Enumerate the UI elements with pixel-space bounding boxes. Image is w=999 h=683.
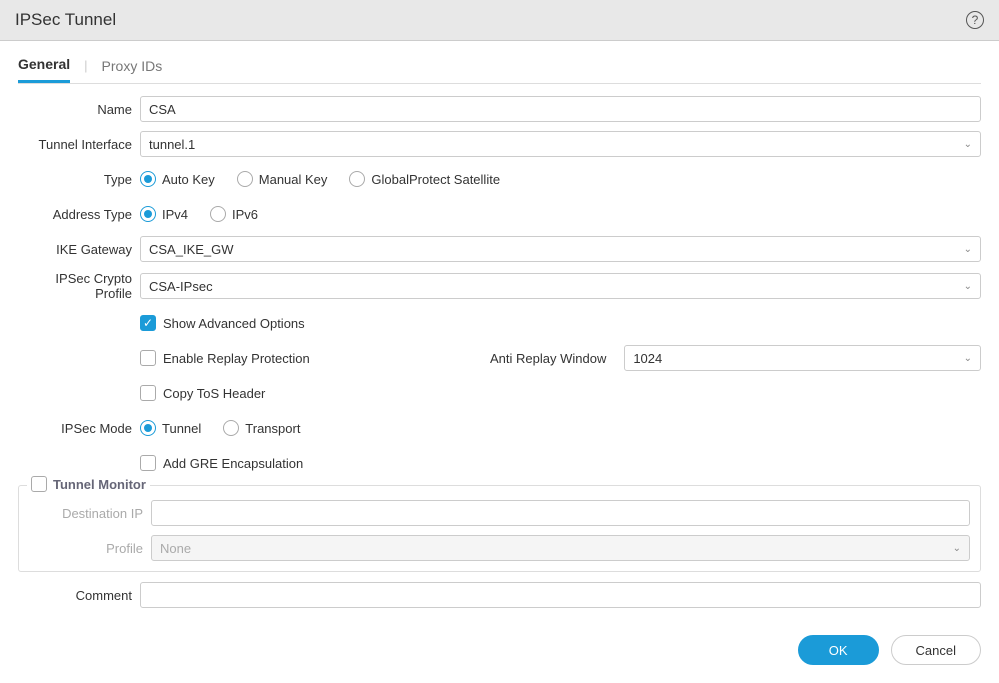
dialog-title: IPSec Tunnel [15,10,116,30]
radio-transport[interactable]: Transport [223,420,300,436]
label-type: Type [18,172,140,187]
checkbox-enable-replay[interactable]: Enable Replay Protection [140,350,480,366]
tab-separator: | [84,58,87,81]
fieldset-tunnel-monitor: Tunnel Monitor Destination IP Profile No… [18,485,981,572]
checkbox-copy-tos-label: Copy ToS Header [163,386,265,401]
crypto-profile-value: CSA-IPsec [149,279,213,294]
radio-gp-satellite-label: GlobalProtect Satellite [371,172,500,187]
fieldset-legend: Tunnel Monitor [27,476,150,492]
radio-icon [349,171,365,187]
profile-value: None [160,541,191,556]
radio-ipv4[interactable]: IPv4 [140,206,188,222]
checkbox-enable-replay-label: Enable Replay Protection [163,351,310,366]
label-name: Name [18,102,140,117]
dialog-header: IPSec Tunnel ? [0,0,999,41]
label-ike-gateway: IKE Gateway [18,242,140,257]
ike-gateway-select[interactable]: CSA_IKE_GW ⌄ [140,236,981,262]
radio-icon [223,420,239,436]
name-input[interactable] [140,96,981,122]
radio-tunnel[interactable]: Tunnel [140,420,201,436]
radio-ipv6-label: IPv6 [232,207,258,222]
footer: OK Cancel [0,617,999,683]
cancel-button[interactable]: Cancel [891,635,981,665]
tab-proxy-ids[interactable]: Proxy IDs [102,58,163,82]
radio-manual-key[interactable]: Manual Key [237,171,328,187]
radio-icon [140,420,156,436]
anti-replay-select[interactable]: 1024 ⌄ [624,345,981,371]
label-tunnel-interface: Tunnel Interface [18,137,140,152]
radio-manual-key-label: Manual Key [259,172,328,187]
radio-ipv4-label: IPv4 [162,207,188,222]
radio-auto-key[interactable]: Auto Key [140,171,215,187]
ok-button[interactable]: OK [798,635,879,665]
checkbox-icon [140,350,156,366]
radio-auto-key-label: Auto Key [162,172,215,187]
tab-general[interactable]: General [18,56,70,83]
radio-icon [237,171,253,187]
form-general: Name Tunnel Interface tunnel.1 ⌄ Type Au… [0,84,999,608]
chevron-down-icon: ⌄ [964,139,972,150]
tunnel-interface-value: tunnel.1 [149,137,195,152]
chevron-down-icon: ⌄ [953,543,961,554]
checkbox-add-gre-label: Add GRE Encapsulation [163,456,303,471]
label-comment: Comment [18,588,140,603]
ike-gateway-value: CSA_IKE_GW [149,242,234,257]
tab-bar: General | Proxy IDs [0,41,999,83]
radio-icon [140,206,156,222]
checkbox-tunnel-monitor[interactable] [31,476,47,492]
profile-select: None ⌄ [151,535,970,561]
checkbox-show-advanced-label: Show Advanced Options [163,316,305,331]
checkbox-add-gre[interactable]: Add GRE Encapsulation [140,455,303,471]
label-address-type: Address Type [18,207,140,222]
comment-input[interactable] [140,582,981,608]
checkbox-show-advanced[interactable]: Show Advanced Options [140,315,305,331]
tunnel-interface-select[interactable]: tunnel.1 ⌄ [140,131,981,157]
label-anti-replay: Anti Replay Window [490,351,614,366]
radio-ipv6[interactable]: IPv6 [210,206,258,222]
radio-tunnel-label: Tunnel [162,421,201,436]
radio-gp-satellite[interactable]: GlobalProtect Satellite [349,171,500,187]
help-icon[interactable]: ? [966,11,984,29]
checkbox-copy-tos[interactable]: Copy ToS Header [140,385,265,401]
radio-transport-label: Transport [245,421,300,436]
chevron-down-icon: ⌄ [964,244,972,255]
fieldset-tunnel-monitor-label: Tunnel Monitor [53,477,146,492]
radio-icon [140,171,156,187]
checkbox-icon [31,476,47,492]
label-profile: Profile [29,541,151,556]
destination-ip-input [151,500,970,526]
label-destination-ip: Destination IP [29,506,151,521]
anti-replay-value: 1024 [633,351,662,366]
checkbox-icon [140,315,156,331]
chevron-down-icon: ⌄ [964,353,972,364]
chevron-down-icon: ⌄ [964,281,972,292]
checkbox-icon [140,455,156,471]
checkbox-icon [140,385,156,401]
crypto-profile-select[interactable]: CSA-IPsec ⌄ [140,273,981,299]
label-ipsec-mode: IPSec Mode [18,421,140,436]
radio-icon [210,206,226,222]
label-crypto-profile: IPSec Crypto Profile [18,271,140,301]
